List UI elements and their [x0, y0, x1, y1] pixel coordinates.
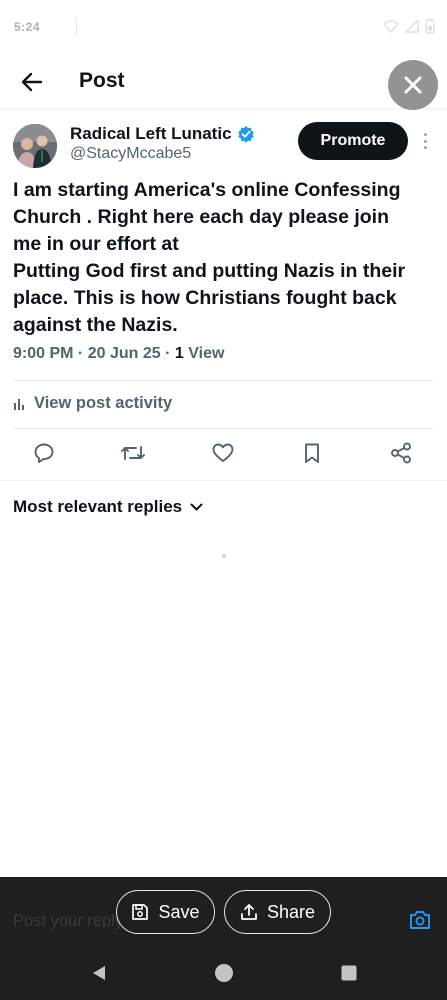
divider	[0, 480, 447, 481]
share-icon	[391, 442, 411, 464]
replies-sort-label: Most relevant replies	[13, 497, 183, 516]
close-icon	[404, 76, 422, 94]
views-count: 1	[174, 345, 184, 362]
upload-icon	[241, 904, 257, 920]
back-button[interactable]	[18, 68, 46, 96]
status-time: 5:24	[14, 20, 41, 34]
bookmark-button[interactable]	[299, 440, 325, 466]
avatar-image	[13, 124, 57, 168]
author-name: Radical Left Lunatic	[70, 124, 232, 143]
like-button[interactable]	[210, 440, 236, 466]
chevron-down-icon	[190, 503, 203, 510]
battery-icon	[425, 18, 435, 34]
share-label: Share	[266, 901, 316, 922]
repost-button[interactable]	[120, 440, 146, 466]
avatar[interactable]	[13, 124, 57, 168]
meta-separator: ·	[165, 345, 171, 362]
post-text-line: Putting God first and putting Nazis in t…	[13, 260, 406, 282]
bottom-bar: Post your reply Save Share	[0, 877, 447, 1000]
post-time: 9:00 PM	[13, 345, 74, 362]
save-button[interactable]: Save	[116, 890, 215, 934]
nav-home-icon	[215, 964, 233, 982]
post-header: Post	[0, 56, 447, 109]
arrow-left-icon	[21, 72, 43, 92]
post-text-line: against the Nazis.	[13, 314, 178, 336]
author-name-group[interactable]: Radical Left Lunatic	[70, 124, 255, 144]
nav-recents-icon	[341, 965, 357, 981]
system-nav-bar	[0, 957, 447, 993]
bookmark-icon	[305, 443, 319, 463]
status-divider	[76, 18, 77, 36]
post-text-line: Church . Right here each day please join	[13, 206, 390, 228]
author-handle[interactable]: @StacyMccabe5	[70, 145, 191, 163]
view-post-activity-link[interactable]: View post activity	[13, 394, 172, 413]
replies-sort-dropdown[interactable]: Most relevant replies	[13, 497, 203, 517]
page-title: Post	[79, 69, 125, 92]
post-date: 20 Jun 25	[87, 345, 161, 362]
verified-badge-icon	[237, 126, 254, 143]
close-button[interactable]	[388, 60, 438, 110]
more-options-icon[interactable]	[418, 131, 432, 151]
author-row: Radical Left Lunatic @StacyMccabe5 Promo…	[0, 121, 447, 171]
status-bar: 5:24	[0, 0, 447, 56]
nav-recents-button[interactable]	[337, 961, 361, 985]
meta-separator: ·	[77, 345, 84, 362]
camera-icon[interactable]	[408, 909, 432, 936]
nav-back-button[interactable]	[87, 961, 111, 985]
share-overlay-button[interactable]: Share	[224, 890, 331, 934]
promote-button[interactable]: Promote	[298, 122, 408, 160]
save-label: Save	[158, 901, 200, 922]
signal-icon	[405, 19, 419, 33]
action-bar	[0, 440, 447, 470]
comment-icon	[34, 443, 54, 463]
loading-indicator	[222, 554, 226, 558]
bar-chart-icon	[14, 398, 24, 410]
post-text-line: place. This is how Christians fought bac…	[13, 287, 397, 309]
post-text: I am starting America's online Confessin…	[13, 177, 441, 339]
divider	[13, 428, 434, 429]
views-label: View	[188, 345, 225, 362]
post-meta: 9:00 PM · 20 Jun 25 · 1 View	[13, 345, 224, 363]
nav-back-icon	[93, 966, 105, 980]
post-text-line: me in our effort at	[13, 233, 179, 255]
reply-button[interactable]	[31, 440, 57, 466]
view-post-activity-label: View post activity	[34, 394, 173, 412]
divider	[13, 380, 434, 381]
status-icons	[383, 18, 435, 34]
wifi-icon	[383, 20, 399, 33]
reply-input[interactable]: Post your reply	[13, 912, 123, 931]
save-icon	[132, 904, 149, 920]
repost-icon	[121, 446, 145, 460]
share-button[interactable]	[388, 440, 414, 466]
nav-home-button[interactable]	[212, 961, 236, 985]
heart-icon	[212, 443, 234, 462]
post-text-line: I am starting America's online Confessin…	[13, 179, 401, 201]
